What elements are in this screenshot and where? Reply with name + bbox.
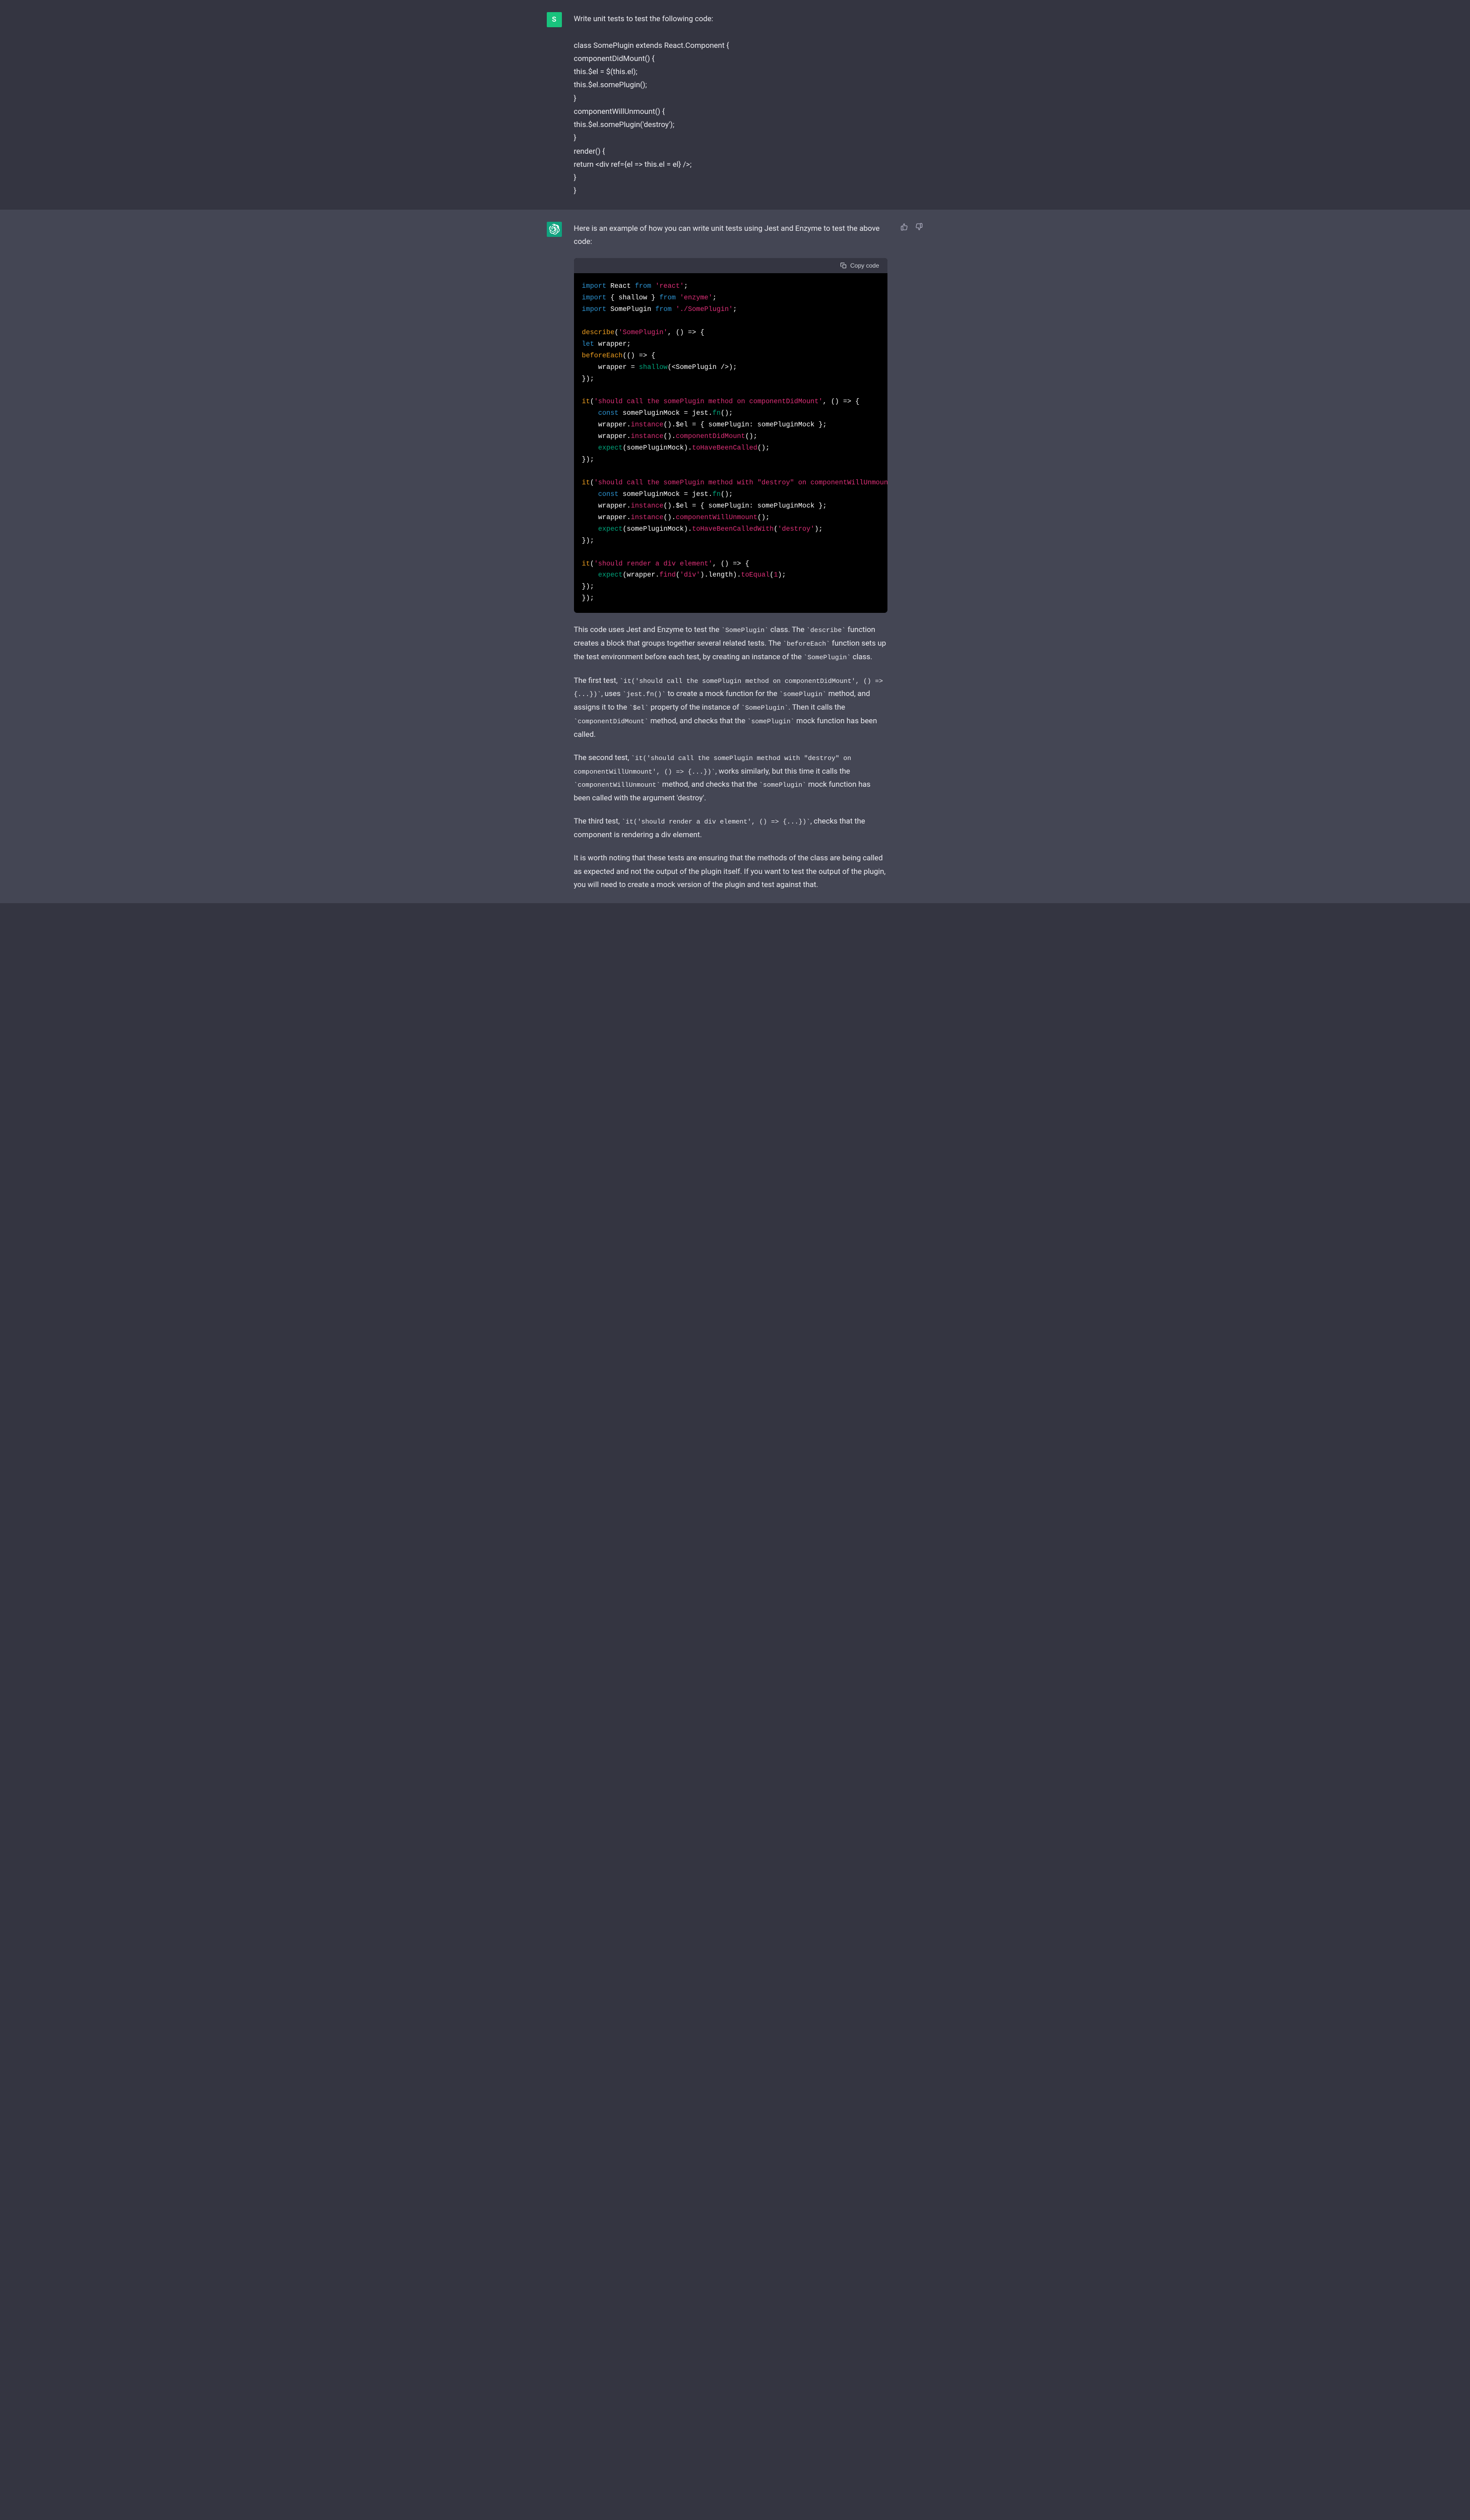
code-content: import React from 'react'; import { shal… <box>574 273 887 613</box>
copy-code-button[interactable]: Copy code <box>840 262 879 269</box>
explanation-para-5: It is worth noting that these tests are … <box>574 851 887 891</box>
assistant-avatar <box>547 222 562 237</box>
explanation-para-1: This code uses Jest and Enzyme to test t… <box>574 623 887 663</box>
thumbs-up-icon <box>901 223 909 231</box>
clipboard-icon <box>840 262 847 269</box>
thumbs-down-icon <box>915 223 923 231</box>
thumbs-down-button[interactable] <box>914 222 924 232</box>
user-initial: S <box>552 14 556 26</box>
code-header: Copy code <box>574 258 887 273</box>
assistant-message: Here is an example of how you can write … <box>0 210 1470 904</box>
explanation-para-3: The second test, `it('should call the so… <box>574 751 887 805</box>
explanation-para-4: The third test, `it('should render a div… <box>574 814 887 841</box>
user-message: S Write unit tests to test the following… <box>0 0 1470 210</box>
thumbs-up-button[interactable] <box>900 222 910 232</box>
user-avatar: S <box>547 12 562 27</box>
user-prompt: Write unit tests to test the following c… <box>574 12 924 198</box>
copy-code-label: Copy code <box>850 262 879 269</box>
assistant-intro: Here is an example of how you can write … <box>574 222 887 248</box>
explanation-para-2: The first test, `it('should call the som… <box>574 674 887 741</box>
code-block: Copy code import React from 'react'; imp… <box>574 258 887 613</box>
openai-logo-icon <box>549 224 560 235</box>
message-actions <box>900 222 924 892</box>
